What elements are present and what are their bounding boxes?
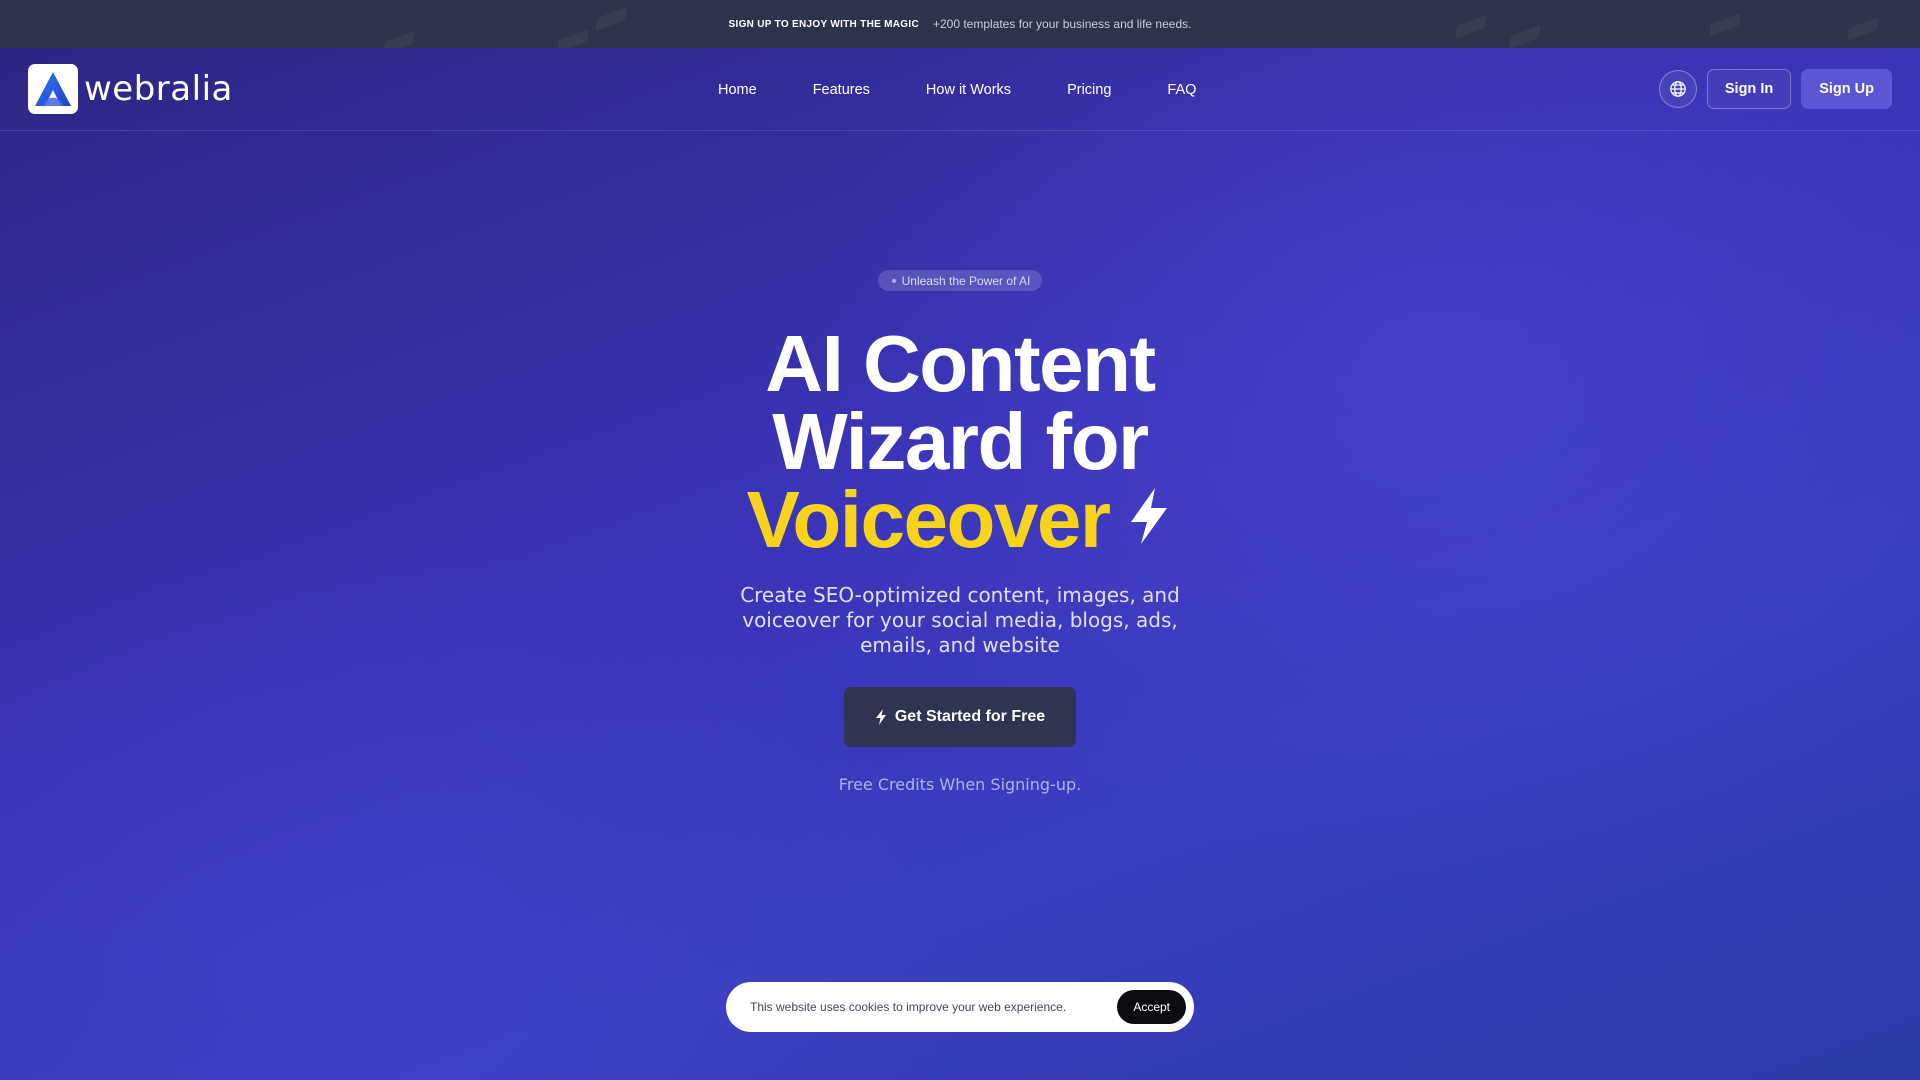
hero-badge-text: Unleash the Power of AI bbox=[901, 273, 1031, 288]
announcement-bar: SIGN UP TO ENJOY WITH THE MAGIC +200 tem… bbox=[0, 0, 1920, 48]
announcement-strong: SIGN UP TO ENJOY WITH THE MAGIC bbox=[728, 18, 919, 30]
logo[interactable]: webralia bbox=[28, 64, 233, 114]
nav-faq[interactable]: FAQ bbox=[1167, 82, 1196, 98]
sign-in-button[interactable]: Sign In bbox=[1706, 69, 1792, 109]
hero-section: Unleash the Power of AI AI Content Wizar… bbox=[0, 270, 1920, 794]
headline-line-2: Wizard for bbox=[772, 397, 1149, 486]
cookie-text: This website uses cookies to improve you… bbox=[750, 1000, 1067, 1014]
hero-headline: AI Content Wizard for Voiceover bbox=[747, 319, 1174, 560]
globe-icon bbox=[1670, 81, 1686, 97]
headline-highlight: Voiceover bbox=[746, 475, 1111, 564]
headline-line-1: AI Content bbox=[765, 319, 1156, 408]
get-started-button[interactable]: Get Started for Free bbox=[844, 687, 1076, 747]
lightning-bolt-icon bbox=[1125, 480, 1173, 558]
get-started-label: Get Started for Free bbox=[894, 708, 1046, 725]
hero-subtitle: Create SEO-optimized content, images, an… bbox=[740, 583, 1180, 657]
main-nav: Home Features How it Works Pricing FAQ bbox=[718, 48, 1196, 131]
badge-dot-icon bbox=[891, 278, 896, 283]
logo-mark-icon bbox=[28, 64, 78, 114]
nav-how-it-works[interactable]: How it Works bbox=[926, 82, 1011, 98]
announcement-text: +200 templates for your business and lif… bbox=[932, 17, 1192, 31]
header-actions: Sign In Sign Up bbox=[1658, 69, 1892, 109]
cookie-banner: This website uses cookies to improve you… bbox=[726, 982, 1194, 1032]
language-button[interactable] bbox=[1658, 70, 1697, 108]
nav-pricing[interactable]: Pricing bbox=[1067, 82, 1111, 98]
nav-home[interactable]: Home bbox=[718, 82, 757, 98]
lightning-icon bbox=[875, 709, 886, 725]
accept-cookies-button[interactable]: Accept bbox=[1117, 990, 1186, 1024]
hero-badge: Unleash the Power of AI bbox=[877, 270, 1043, 291]
free-credits-note: Free Credits When Signing-up. bbox=[838, 775, 1082, 794]
nav-features[interactable]: Features bbox=[813, 82, 870, 98]
logo-text: webralia bbox=[84, 69, 233, 109]
site-header: webralia Home Features How it Works Pric… bbox=[0, 48, 1920, 131]
sign-up-button[interactable]: Sign Up bbox=[1801, 69, 1892, 109]
